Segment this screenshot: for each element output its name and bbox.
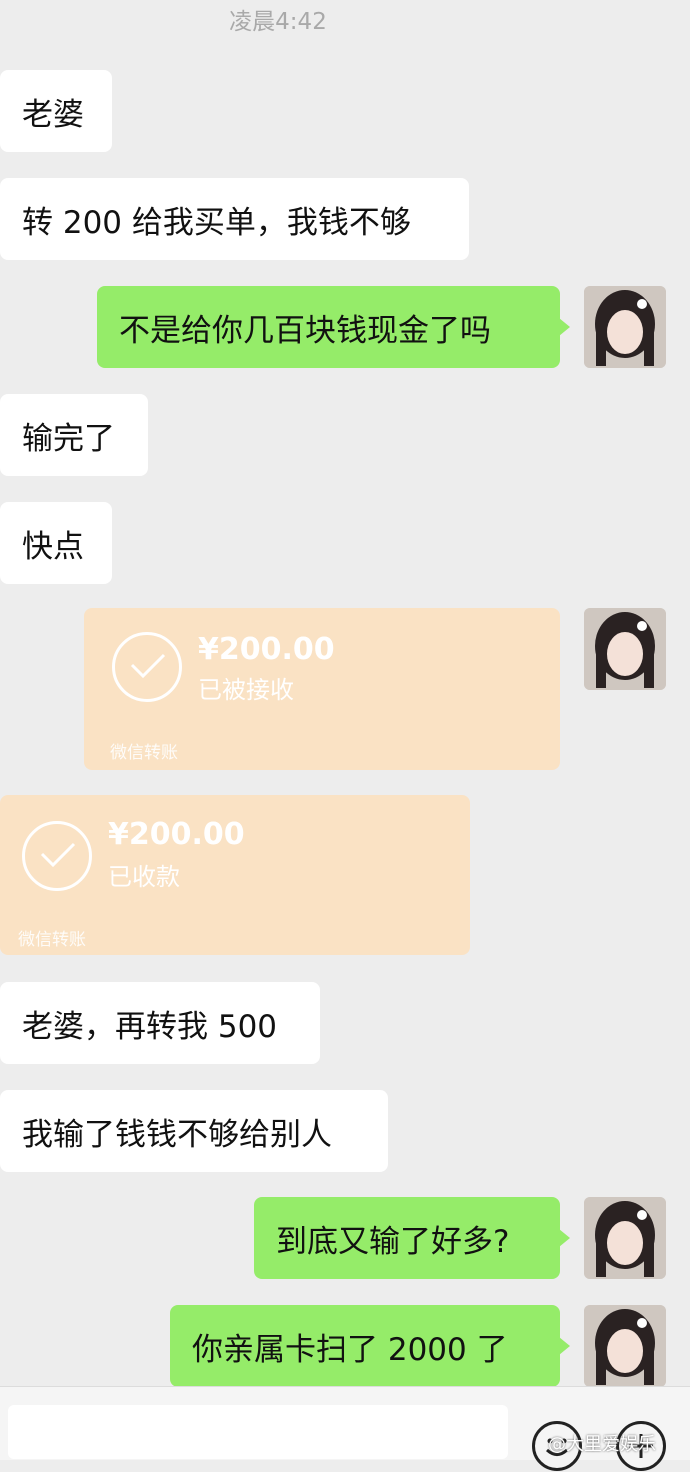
- transfer-card[interactable]: ¥200.00 已收款 微信转账: [0, 795, 470, 955]
- avatar-photo-icon: [584, 286, 666, 368]
- watermark: @大里爱娱乐: [548, 1434, 656, 1455]
- message-text: 你亲属卡扫了 2000 了: [192, 1331, 508, 1368]
- avatar[interactable]: [584, 608, 666, 690]
- message-input[interactable]: [8, 1405, 508, 1459]
- message-incoming[interactable]: 我输了钱钱不够给别人: [0, 1090, 388, 1172]
- timestamp: 凌晨4:42: [229, 9, 327, 35]
- check-circle: [112, 632, 182, 702]
- message-incoming[interactable]: 老婆，再转我 500: [0, 982, 320, 1064]
- avatar-photo-icon: [584, 1305, 666, 1387]
- message-text: 老婆: [22, 96, 84, 133]
- transfer-footer: 微信转账: [110, 743, 178, 763]
- transfer-status: 已被接收: [198, 676, 294, 704]
- message-text: 转 200 给我买单，我钱不够: [22, 204, 411, 241]
- message-text: 我输了钱钱不够给别人: [22, 1116, 332, 1153]
- message-outgoing[interactable]: 不是给你几百块钱现金了吗: [97, 286, 570, 368]
- message-text: 快点: [22, 528, 84, 565]
- transfer-footer: 微信转账: [18, 930, 86, 950]
- transfer-amount: ¥200.00: [198, 632, 335, 667]
- message-text: 到底又输了好多?: [276, 1223, 510, 1260]
- message-text: 输完了: [22, 420, 115, 457]
- avatar[interactable]: [584, 1197, 666, 1279]
- message-incoming[interactable]: 转 200 给我买单，我钱不够: [0, 178, 469, 260]
- message-outgoing[interactable]: 到底又输了好多?: [254, 1197, 570, 1279]
- transfer-card[interactable]: ¥200.00 已被接收 微信转账: [84, 608, 560, 770]
- check-icon: [130, 653, 166, 679]
- message-outgoing[interactable]: 你亲属卡扫了 2000 了: [170, 1305, 570, 1387]
- message-text: 不是给你几百块钱现金了吗: [119, 312, 491, 349]
- avatar[interactable]: [584, 1305, 666, 1387]
- message-incoming[interactable]: 快点: [0, 502, 112, 584]
- message-incoming[interactable]: 老婆: [0, 70, 112, 152]
- check-circle: [22, 821, 92, 891]
- avatar-photo-icon: [584, 608, 666, 690]
- transfer-status: 已收款: [108, 863, 180, 891]
- check-icon: [40, 842, 76, 868]
- avatar-photo-icon: [584, 1197, 666, 1279]
- message-text: 老婆，再转我 500: [22, 1008, 278, 1045]
- message-incoming[interactable]: 输完了: [0, 394, 148, 476]
- transfer-amount: ¥200.00: [108, 817, 245, 852]
- avatar[interactable]: [584, 286, 666, 368]
